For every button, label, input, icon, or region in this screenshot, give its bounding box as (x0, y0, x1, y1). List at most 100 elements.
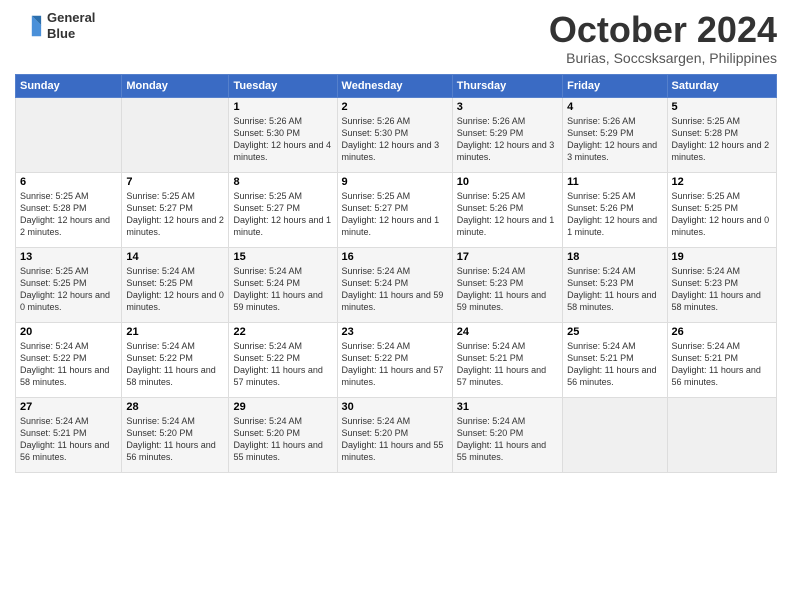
calendar-cell: 10 Sunrise: 5:25 AMSunset: 5:26 PMDayligh… (452, 172, 562, 247)
day-number: 28 (126, 401, 224, 413)
calendar-cell: 14 Sunrise: 5:24 AMSunset: 5:25 PMDayligh… (122, 247, 229, 322)
calendar-cell: 26 Sunrise: 5:24 AMSunset: 5:21 PMDayligh… (667, 322, 776, 397)
day-info: Sunrise: 5:24 AMSunset: 5:21 PMDaylight:… (567, 340, 662, 389)
day-info: Sunrise: 5:25 AMSunset: 5:27 PMDaylight:… (126, 190, 224, 239)
day-number: 17 (457, 251, 558, 263)
logo-line1: General (47, 10, 95, 26)
day-info: Sunrise: 5:24 AMSunset: 5:24 PMDaylight:… (342, 265, 448, 314)
day-info: Sunrise: 5:24 AMSunset: 5:21 PMDaylight:… (457, 340, 558, 389)
day-number: 9 (342, 176, 448, 188)
calendar-cell: 12 Sunrise: 5:25 AMSunset: 5:25 PMDayligh… (667, 172, 776, 247)
location-subtitle: Burias, Soccsksargen, Philippines (549, 50, 777, 66)
day-number: 11 (567, 176, 662, 188)
day-info: Sunrise: 5:25 AMSunset: 5:25 PMDaylight:… (20, 265, 117, 314)
day-number: 18 (567, 251, 662, 263)
day-info: Sunrise: 5:24 AMSunset: 5:24 PMDaylight:… (233, 265, 332, 314)
calendar-cell (563, 397, 667, 472)
column-header-wednesday: Wednesday (337, 74, 452, 97)
day-number: 4 (567, 101, 662, 113)
calendar-cell: 18 Sunrise: 5:24 AMSunset: 5:23 PMDayligh… (563, 247, 667, 322)
day-number: 8 (233, 176, 332, 188)
day-info: Sunrise: 5:24 AMSunset: 5:20 PMDaylight:… (342, 415, 448, 464)
day-info: Sunrise: 5:25 AMSunset: 5:27 PMDaylight:… (342, 190, 448, 239)
column-header-thursday: Thursday (452, 74, 562, 97)
day-info: Sunrise: 5:25 AMSunset: 5:25 PMDaylight:… (672, 190, 772, 239)
day-number: 22 (233, 326, 332, 338)
calendar-cell: 8Sunrise: 5:25 AMSunset: 5:27 PMDaylight… (229, 172, 337, 247)
day-info: Sunrise: 5:24 AMSunset: 5:21 PMDaylight:… (20, 415, 117, 464)
calendar-cell: 27Sunrise: 5:24 AMSunset: 5:21 PMDayligh… (16, 397, 122, 472)
calendar-cell: 22 Sunrise: 5:24 AMSunset: 5:22 PMDayligh… (229, 322, 337, 397)
logo: General Blue (15, 10, 95, 41)
day-info: Sunrise: 5:26 AMSunset: 5:30 PMDaylight:… (233, 115, 332, 164)
day-info: Sunrise: 5:24 AMSunset: 5:23 PMDaylight:… (457, 265, 558, 314)
calendar-cell: 13Sunrise: 5:25 AMSunset: 5:25 PMDayligh… (16, 247, 122, 322)
day-number: 21 (126, 326, 224, 338)
calendar-cell: 25 Sunrise: 5:24 AMSunset: 5:21 PMDayligh… (563, 322, 667, 397)
day-number: 30 (342, 401, 448, 413)
day-info: Sunrise: 5:25 AMSunset: 5:26 PMDaylight:… (457, 190, 558, 239)
calendar-cell: 19 Sunrise: 5:24 AMSunset: 5:23 PMDayligh… (667, 247, 776, 322)
calendar-cell: 23 Sunrise: 5:24 AMSunset: 5:22 PMDayligh… (337, 322, 452, 397)
calendar-table: SundayMondayTuesdayWednesdayThursdayFrid… (15, 74, 777, 473)
calendar-cell: 4 Sunrise: 5:26 AMSunset: 5:29 PMDaylight… (563, 97, 667, 172)
day-number: 20 (20, 326, 117, 338)
day-number: 3 (457, 101, 558, 113)
day-info: Sunrise: 5:24 AMSunset: 5:22 PMDaylight:… (126, 340, 224, 389)
day-info: Sunrise: 5:26 AMSunset: 5:30 PMDaylight:… (342, 115, 448, 164)
calendar-cell: 2 Sunrise: 5:26 AMSunset: 5:30 PMDaylight… (337, 97, 452, 172)
calendar-cell: 3 Sunrise: 5:26 AMSunset: 5:29 PMDaylight… (452, 97, 562, 172)
calendar-cell: 21 Sunrise: 5:24 AMSunset: 5:22 PMDayligh… (122, 322, 229, 397)
day-number: 16 (342, 251, 448, 263)
calendar-cell: 7 Sunrise: 5:25 AMSunset: 5:27 PMDaylight… (122, 172, 229, 247)
day-number: 29 (233, 401, 332, 413)
day-info: Sunrise: 5:24 AMSunset: 5:21 PMDaylight:… (672, 340, 772, 389)
calendar-cell: 1Sunrise: 5:26 AMSunset: 5:30 PMDaylight… (229, 97, 337, 172)
day-number: 7 (126, 176, 224, 188)
week-row-3: 13Sunrise: 5:25 AMSunset: 5:25 PMDayligh… (16, 247, 777, 322)
calendar-cell: 6 Sunrise: 5:25 AMSunset: 5:28 PMDaylight… (16, 172, 122, 247)
day-number: 2 (342, 101, 448, 113)
day-info: Sunrise: 5:26 AMSunset: 5:29 PMDaylight:… (457, 115, 558, 164)
day-info: Sunrise: 5:24 AMSunset: 5:20 PMDaylight:… (126, 415, 224, 464)
day-number: 31 (457, 401, 558, 413)
day-info: Sunrise: 5:24 AMSunset: 5:22 PMDaylight:… (233, 340, 332, 389)
day-info: Sunrise: 5:25 AMSunset: 5:26 PMDaylight:… (567, 190, 662, 239)
title-area: October 2024 Burias, Soccsksargen, Phili… (549, 10, 777, 66)
day-info: Sunrise: 5:25 AMSunset: 5:28 PMDaylight:… (672, 115, 772, 164)
calendar-cell (122, 97, 229, 172)
calendar-cell: 28 Sunrise: 5:24 AMSunset: 5:20 PMDayligh… (122, 397, 229, 472)
day-number: 12 (672, 176, 772, 188)
week-row-5: 27Sunrise: 5:24 AMSunset: 5:21 PMDayligh… (16, 397, 777, 472)
calendar-cell: 30 Sunrise: 5:24 AMSunset: 5:20 PMDayligh… (337, 397, 452, 472)
day-info: Sunrise: 5:24 AMSunset: 5:20 PMDaylight:… (457, 415, 558, 464)
day-info: Sunrise: 5:24 AMSunset: 5:20 PMDaylight:… (233, 415, 332, 464)
day-number: 25 (567, 326, 662, 338)
calendar-cell: 29 Sunrise: 5:24 AMSunset: 5:20 PMDayligh… (229, 397, 337, 472)
day-number: 10 (457, 176, 558, 188)
day-info: Sunrise: 5:24 AMSunset: 5:23 PMDaylight:… (567, 265, 662, 314)
calendar-cell (16, 97, 122, 172)
calendar-cell: 9 Sunrise: 5:25 AMSunset: 5:27 PMDaylight… (337, 172, 452, 247)
calendar-cell: 24 Sunrise: 5:24 AMSunset: 5:21 PMDayligh… (452, 322, 562, 397)
calendar-cell: 31 Sunrise: 5:24 AMSunset: 5:20 PMDayligh… (452, 397, 562, 472)
day-info: Sunrise: 5:24 AMSunset: 5:23 PMDaylight:… (672, 265, 772, 314)
day-number: 6 (20, 176, 117, 188)
day-info: Sunrise: 5:26 AMSunset: 5:29 PMDaylight:… (567, 115, 662, 164)
logo-line2: Blue (47, 26, 95, 42)
column-header-sunday: Sunday (16, 74, 122, 97)
day-info: Sunrise: 5:24 AMSunset: 5:22 PMDaylight:… (342, 340, 448, 389)
day-info: Sunrise: 5:24 AMSunset: 5:25 PMDaylight:… (126, 265, 224, 314)
day-number: 23 (342, 326, 448, 338)
day-number: 24 (457, 326, 558, 338)
week-row-1: 1Sunrise: 5:26 AMSunset: 5:30 PMDaylight… (16, 97, 777, 172)
day-number: 19 (672, 251, 772, 263)
calendar-cell (667, 397, 776, 472)
logo-icon (15, 12, 43, 40)
day-number: 26 (672, 326, 772, 338)
day-info: Sunrise: 5:25 AMSunset: 5:28 PMDaylight:… (20, 190, 117, 239)
column-header-monday: Monday (122, 74, 229, 97)
day-number: 14 (126, 251, 224, 263)
calendar-cell: 5Sunrise: 5:25 AMSunset: 5:28 PMDaylight… (667, 97, 776, 172)
column-header-friday: Friday (563, 74, 667, 97)
